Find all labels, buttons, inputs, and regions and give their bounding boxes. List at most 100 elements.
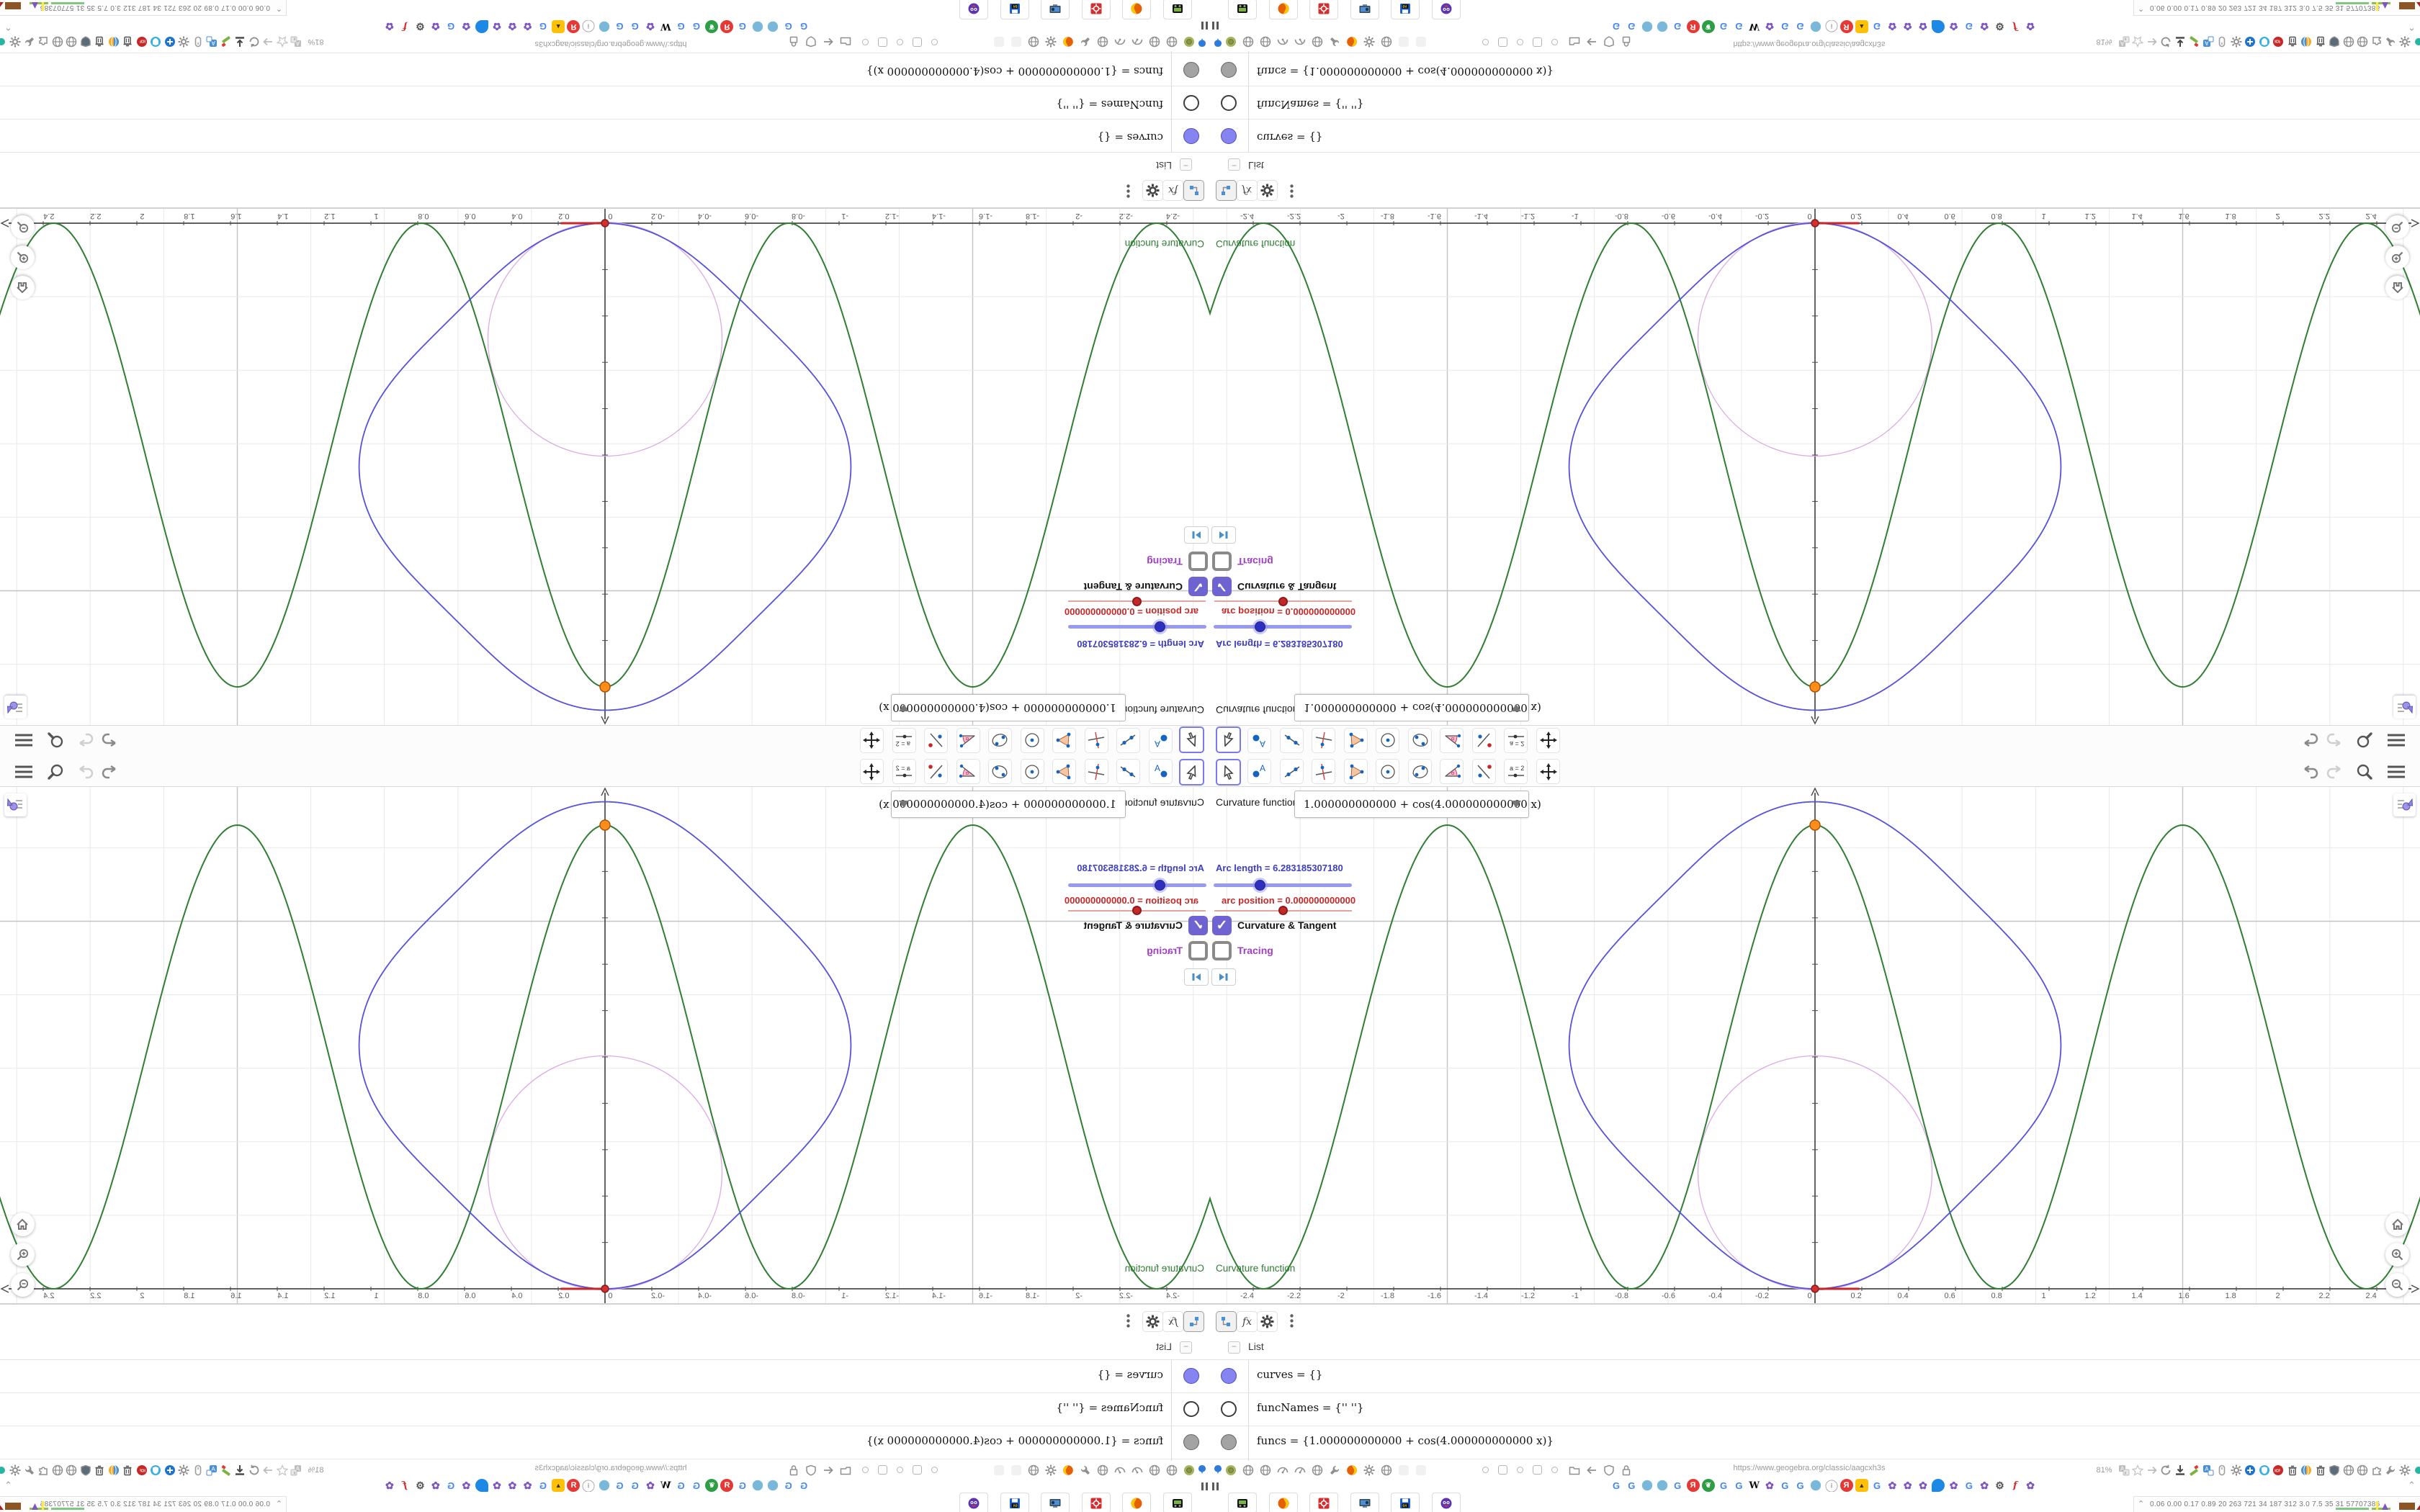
google-favicon[interactable]: G — [736, 20, 749, 33]
flower-favicon[interactable]: ✿ — [1978, 1479, 1991, 1492]
image-favicon[interactable]: ▲ — [1855, 20, 1868, 33]
capsule-icon[interactable] — [2215, 35, 2230, 50]
flower-favicon[interactable]: ✿ — [383, 1479, 396, 1492]
owl-purple-app[interactable] — [1432, 1493, 1461, 1512]
google-favicon[interactable]: G — [1778, 1479, 1791, 1492]
wrench-icon[interactable] — [2383, 35, 2398, 50]
folder-icon[interactable] — [1567, 35, 1582, 50]
plus-blue-icon[interactable] — [2243, 1462, 2258, 1477]
function-max-point[interactable] — [599, 681, 611, 693]
settings-button[interactable] — [1142, 180, 1163, 201]
ghost-button[interactable] — [1413, 35, 1428, 50]
algebra-row-funcs[interactable]: funcs = {1.000000000000 + cos(4.00000000… — [1210, 53, 2420, 86]
arc-position-slider-knob[interactable] — [1132, 597, 1142, 606]
algebra-row-funcnames[interactable]: funcNames = {'' ''} — [1210, 1392, 2420, 1426]
wrench-icon[interactable] — [1327, 1462, 1342, 1477]
download-icon[interactable] — [2172, 1462, 2187, 1477]
line-tool-button[interactable] — [1280, 759, 1304, 784]
redo-button[interactable] — [76, 762, 95, 781]
gear-icon[interactable] — [2397, 35, 2412, 50]
flower-favicon[interactable]: ✿ — [1917, 20, 1930, 33]
tab-dot-icon[interactable] — [1530, 1462, 1545, 1477]
camera-olive-icon[interactable] — [1223, 1462, 1238, 1477]
firefox-app[interactable] — [1268, 0, 1298, 19]
home-view-button[interactable] — [2385, 1212, 2409, 1236]
google-favicon[interactable]: G — [444, 20, 457, 33]
trash-icon[interactable] — [120, 35, 135, 50]
collapse-button[interactable]: − — [1228, 158, 1240, 171]
blue-globe-favicon[interactable] — [1657, 21, 1668, 32]
globe-icon[interactable] — [1379, 1462, 1394, 1477]
marker-icon[interactable] — [2187, 1462, 2202, 1477]
tree-view-button[interactable] — [1216, 1311, 1237, 1332]
gear-icon[interactable] — [1044, 1462, 1059, 1477]
globe-icon[interactable] — [1147, 1462, 1162, 1477]
undo-button[interactable] — [2301, 731, 2320, 750]
algebra-row-funcnames[interactable]: funcNames = {'' ''} — [0, 1392, 1210, 1426]
chevron-up-icon[interactable]: ⌃ — [2138, 4, 2144, 13]
algebra-row-funcnames[interactable]: funcNames = {'' ''} — [1210, 86, 2420, 120]
wikipedia-favicon[interactable]: W — [1748, 20, 1761, 33]
graphics-style-button[interactable] — [2393, 696, 2416, 719]
collapse-button[interactable]: − — [1180, 1341, 1192, 1354]
balloon-icon[interactable] — [1195, 1462, 1210, 1477]
arc-length-slider[interactable] — [1214, 625, 1352, 629]
teal-dot-icon[interactable] — [2411, 35, 2420, 50]
arc-length-slider-knob[interactable] — [1252, 878, 1268, 893]
gear-icon[interactable] — [8, 35, 23, 50]
blue-globe-favicon[interactable] — [599, 21, 610, 32]
ellipse-tool-button[interactable] — [988, 759, 1012, 784]
google-favicon[interactable]: G — [1671, 20, 1684, 33]
globe-icon[interactable] — [1026, 35, 1041, 50]
translate-blue-icon[interactable]: A — [2200, 1462, 2215, 1477]
chevron-up-icon[interactable]: ⌃ — [2408, 21, 2416, 32]
monitor-app[interactable] — [1041, 0, 1070, 19]
flower-favicon[interactable]: ✿ — [1886, 1479, 1899, 1492]
firefox-icon[interactable] — [1344, 1462, 1359, 1477]
google-favicon[interactable]: G — [1625, 1479, 1638, 1492]
graphics-style-button[interactable] — [2393, 793, 2416, 816]
arrow-right-icon[interactable] — [261, 1462, 276, 1477]
reload-icon[interactable] — [247, 1462, 262, 1477]
redo-button[interactable] — [76, 731, 95, 750]
function-dropdown[interactable]: 1.000000000000 + cos(4.000000000000 x) — [1294, 791, 1541, 818]
yandex-favicon[interactable]: Я — [1686, 20, 1700, 33]
arrow-left-icon[interactable] — [821, 1462, 836, 1477]
point-tool-button[interactable]: A — [1247, 759, 1271, 784]
blue-globe-favicon[interactable] — [1657, 1480, 1668, 1491]
shield-gray-icon[interactable] — [2341, 35, 2356, 50]
algebra-row-curves[interactable]: curves = {} — [1210, 119, 2420, 153]
radio-green-app[interactable] — [1228, 0, 1257, 19]
polygon-tool-button[interactable] — [1052, 728, 1076, 753]
puzzle-icon[interactable] — [36, 1462, 51, 1477]
google-favicon[interactable]: G — [797, 1479, 810, 1492]
gear-icon[interactable] — [1044, 35, 1059, 50]
wrench-icon[interactable] — [2383, 1462, 2398, 1477]
blue-globe-favicon[interactable] — [1641, 21, 1652, 32]
zoom-out-button[interactable] — [11, 215, 35, 239]
yandex-favicon[interactable]: Я — [1686, 1479, 1700, 1492]
tree-view-button[interactable] — [1183, 1311, 1204, 1332]
tab-dot-icon[interactable] — [1478, 1462, 1493, 1477]
polygon-tool-button[interactable] — [1344, 728, 1368, 753]
perpendicular-line-tool-button[interactable] — [1085, 759, 1108, 784]
menu-button[interactable] — [14, 731, 33, 750]
algebra-row-funcs[interactable]: funcs = {1.000000000000 + cos(4.00000000… — [1210, 1426, 2420, 1459]
tab-dot-icon[interactable] — [1547, 35, 1562, 50]
line-through-points-tool-button[interactable] — [1472, 759, 1496, 784]
download-icon[interactable] — [2172, 35, 2187, 50]
capsule-icon[interactable] — [2215, 1462, 2230, 1477]
visibility-marble[interactable] — [1183, 1434, 1199, 1450]
slider-tool-button[interactable]: a = 2 — [1504, 728, 1528, 753]
wrench-icon[interactable] — [1078, 1462, 1093, 1477]
trash-icon[interactable] — [2313, 1462, 2328, 1477]
ellipse-tool-button[interactable] — [1408, 759, 1432, 784]
gear-icon[interactable] — [8, 1462, 23, 1477]
move-tool-button[interactable] — [1179, 759, 1204, 786]
algebra-row-funcs[interactable]: funcs = {1.000000000000 + cos(4.00000000… — [0, 1426, 1210, 1459]
visibility-marble[interactable] — [1221, 128, 1237, 144]
flower-favicon[interactable]: ✿ — [1948, 1479, 1960, 1492]
firefox-icon[interactable] — [1344, 35, 1359, 50]
shield-gray-icon[interactable] — [64, 1462, 79, 1477]
globe-icon[interactable] — [1240, 1462, 1255, 1477]
